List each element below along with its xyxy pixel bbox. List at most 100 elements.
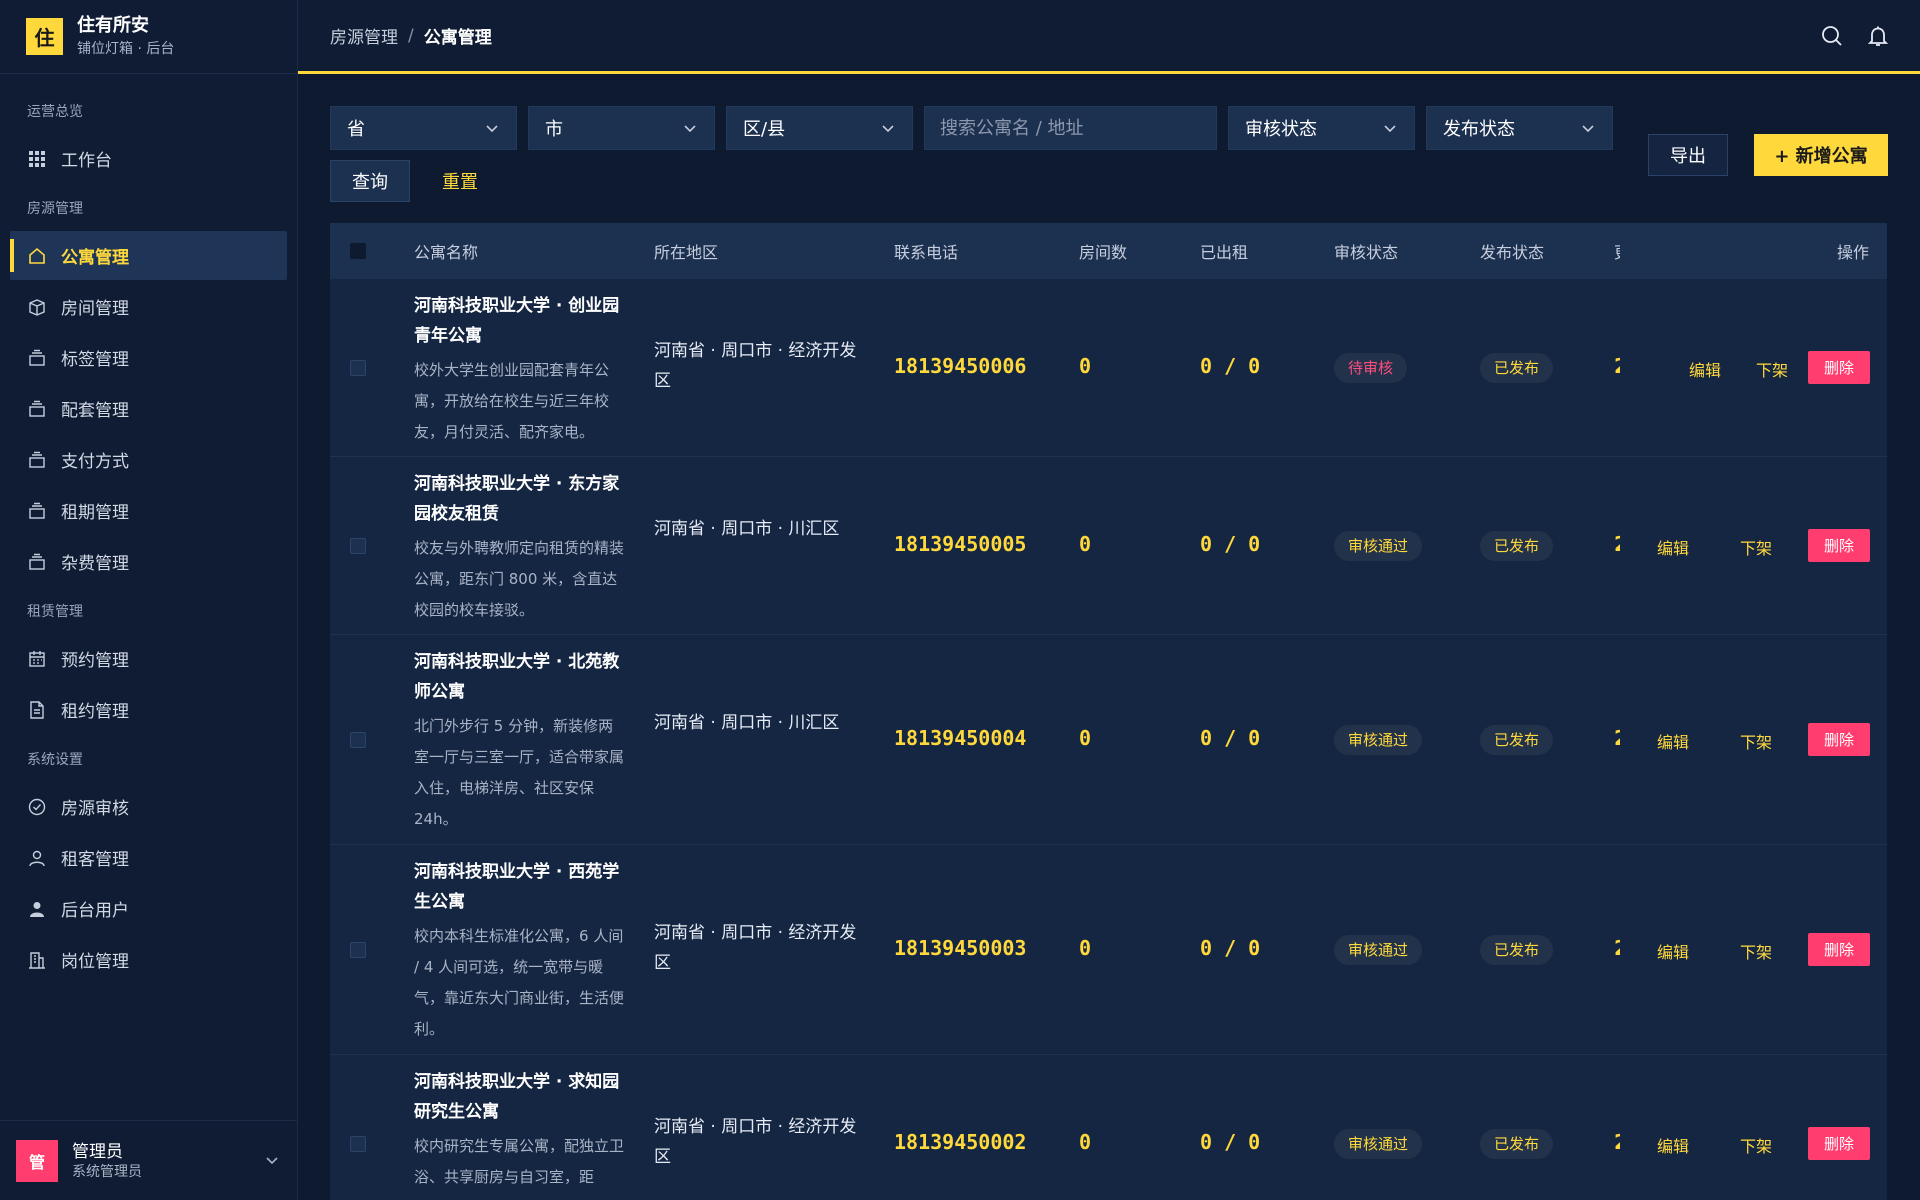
grid-icon	[27, 149, 47, 169]
row-checkbox[interactable]	[350, 360, 366, 376]
apartment-name[interactable]: 河南科技职业大学 · 北苑教师公寓	[414, 647, 626, 707]
sidebar-item-tags[interactable]: 标签管理	[10, 333, 287, 382]
brand[interactable]: 住 住有所安 铺位灯箱 · 后台	[0, 0, 297, 74]
table-row[interactable]: 河南科技职业大学 · 北苑教师公寓 北门外步行 5 分钟，新装修两室一厅与三室一…	[330, 635, 1887, 845]
sidebar-item-label: 支付方式	[61, 452, 129, 472]
sidebar-item-leases[interactable]: 租约管理	[10, 685, 287, 734]
apartment-description: 校外大学生创业园配套青年公寓，开放给在校生与近三年校友，月付灵活、配齐家电。	[414, 361, 610, 441]
delete-button[interactable]: 删除	[1808, 529, 1870, 562]
nav-group-title: 租赁管理	[27, 604, 83, 620]
sidebar-item-apartments[interactable]: 公寓管理	[10, 231, 287, 280]
user-menu[interactable]: 管 管理员 系统管理员	[0, 1120, 297, 1200]
sidebar-item-dashboard[interactable]: 工作台	[10, 134, 287, 183]
sidebar-nav: 运营总览 工作台 房源管理 公寓管理 房间管理 标签管理 配套管理 支付方式 租…	[0, 74, 297, 984]
stack-icon	[27, 348, 47, 368]
apartment-name[interactable]: 河南科技职业大学 · 求知园研究生公寓	[414, 1067, 626, 1127]
add-apartment-button[interactable]: + 新增公寓	[1754, 134, 1888, 176]
table-row[interactable]: 河南科技职业大学 · 西苑学生公寓 校内本科生标准化公寓，6 人间 / 4 人间…	[330, 845, 1887, 1055]
contact-phone: 18139450006	[894, 354, 1027, 378]
reset-button[interactable]: 重置	[420, 160, 500, 202]
unpublish-button[interactable]: 下架	[1740, 1133, 1772, 1157]
city-select[interactable]: 市	[528, 106, 715, 150]
query-button[interactable]: 查询	[330, 160, 410, 202]
sidebar-item-facilities[interactable]: 配套管理	[10, 384, 287, 433]
sidebar-item-label: 房间管理	[61, 299, 129, 319]
sidebar-item-admin-users[interactable]: 后台用户	[10, 884, 287, 933]
sidebar-item-tenants[interactable]: 租客管理	[10, 833, 287, 882]
unpublish-button[interactable]: 下架	[1740, 535, 1772, 559]
brand-logo: 住	[26, 18, 63, 55]
edit-button[interactable]: 编辑	[1657, 939, 1689, 963]
sidebar-item-label: 房源审核	[61, 799, 129, 819]
chevron-down-icon	[684, 125, 696, 133]
district-select[interactable]: 区/县	[726, 106, 913, 150]
province-select[interactable]: 省	[330, 106, 517, 150]
sidebar-item-rooms[interactable]: 房间管理	[10, 282, 287, 331]
sidebar-item-positions[interactable]: 岗位管理	[10, 935, 287, 984]
unpublish-button[interactable]: 下架	[1740, 939, 1772, 963]
chevron-down-icon	[486, 125, 498, 133]
apartment-name[interactable]: 河南科技职业大学 · 创业园青年公寓	[414, 291, 626, 351]
sidebar-item-payment[interactable]: 支付方式	[10, 435, 287, 484]
apartment-name[interactable]: 河南科技职业大学 · 西苑学生公寓	[414, 857, 626, 917]
stack-icon	[27, 450, 47, 470]
edit-button[interactable]: 编辑	[1657, 535, 1689, 559]
apartment-description: 北门外步行 5 分钟，新装修两室一厅与三室一厅，适合带家属入住，电梯洋房、社区安…	[414, 717, 625, 828]
publish-status-badge: 已发布	[1480, 935, 1554, 965]
unpublish-button[interactable]: 下架	[1756, 357, 1788, 381]
select-value: 市	[545, 119, 563, 140]
select-value: 省	[347, 119, 365, 140]
document-icon	[27, 700, 47, 720]
search-input[interactable]	[924, 106, 1217, 150]
user-outline-icon	[27, 848, 47, 868]
delete-button[interactable]: 删除	[1808, 1127, 1870, 1160]
brand-name: 住有所安	[77, 15, 149, 36]
delete-button[interactable]: 删除	[1808, 723, 1870, 756]
room-count: 0	[1079, 936, 1092, 960]
edit-button[interactable]: 编辑	[1657, 1133, 1689, 1157]
column-header-publish: 发布状态	[1480, 243, 1545, 262]
edit-button[interactable]: 编辑	[1657, 729, 1689, 753]
breadcrumb: 房源管理 / 公寓管理	[330, 23, 492, 49]
sidebar-item-label: 公寓管理	[61, 248, 129, 268]
user-filled-icon	[27, 899, 47, 919]
unpublish-button[interactable]: 下架	[1740, 729, 1772, 753]
truncated-cell: 2	[1614, 726, 1620, 750]
row-checkbox[interactable]	[350, 1136, 366, 1152]
sidebar-item-fees[interactable]: 杂费管理	[10, 537, 287, 586]
sidebar-item-lease-term[interactable]: 租期管理	[10, 486, 287, 535]
audit-status-badge: 审核通过	[1334, 1129, 1423, 1159]
delete-button[interactable]: 删除	[1808, 351, 1870, 384]
row-checkbox[interactable]	[350, 942, 366, 958]
breadcrumb-item[interactable]: 房源管理	[330, 23, 398, 48]
row-checkbox[interactable]	[350, 538, 366, 554]
search-icon[interactable]	[1820, 24, 1844, 52]
table-row[interactable]: 河南科技职业大学 · 创业园青年公寓 校外大学生创业园配套青年公寓，开放给在校生…	[330, 279, 1887, 457]
contact-phone: 18139450003	[894, 936, 1027, 960]
sidebar-item-appointments[interactable]: 预约管理	[10, 634, 287, 683]
audit-status-select[interactable]: 审核状态	[1228, 106, 1415, 150]
chevron-down-icon[interactable]	[263, 1151, 281, 1169]
table-row[interactable]: 河南科技职业大学 · 东方家园校友租赁 校友与外聘教师定向租赁的精装公寓，距东门…	[330, 457, 1887, 635]
edit-button[interactable]: 编辑	[1689, 357, 1721, 381]
delete-button[interactable]: 删除	[1808, 933, 1870, 966]
sidebar-item-label: 后台用户	[61, 901, 129, 921]
bell-icon[interactable]	[1866, 24, 1890, 52]
row-checkbox[interactable]	[350, 732, 366, 748]
truncated-cell: 2	[1614, 532, 1620, 556]
avatar: 管	[16, 1139, 58, 1182]
contact-phone: 18139450002	[894, 1130, 1027, 1154]
box-icon	[27, 297, 47, 317]
table-row[interactable]: 河南科技职业大学 · 求知园研究生公寓 校内研究生专属公寓，配独立卫浴、共享厨房…	[330, 1055, 1887, 1200]
rented-count: 0 / 0	[1200, 1130, 1261, 1154]
apartment-name[interactable]: 河南科技职业大学 · 东方家园校友租赁	[414, 469, 626, 529]
select-all-checkbox[interactable]	[350, 243, 366, 259]
truncated-cell: 2	[1614, 936, 1620, 960]
sidebar-item-listing-review[interactable]: 房源审核	[10, 782, 287, 831]
apartment-region: 河南省 · 周口市 · 经济开发区	[654, 923, 857, 973]
publish-status-select[interactable]: 发布状态	[1426, 106, 1613, 150]
export-button[interactable]: 导出	[1648, 134, 1728, 176]
publish-status-badge: 已发布	[1480, 353, 1554, 383]
filter-bar: 省 市 区/县 审核状态 发布状态 查询 重置 导出 + 新增公寓	[330, 106, 1890, 202]
chevron-down-icon	[882, 125, 894, 133]
